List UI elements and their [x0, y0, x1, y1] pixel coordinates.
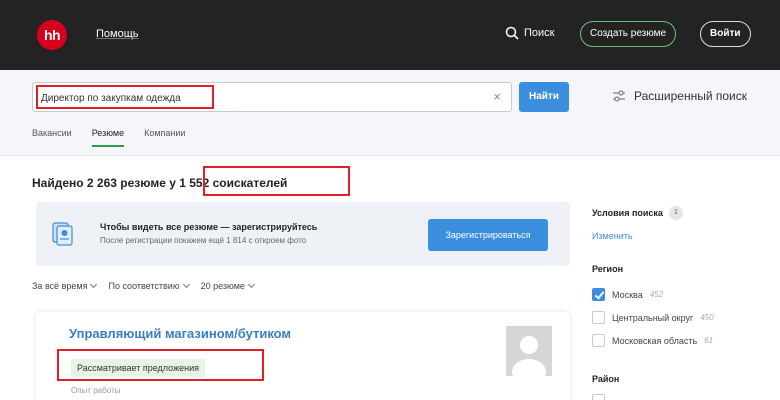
region-option-moscow[interactable]: Москва 452: [592, 288, 663, 301]
search-conditions-title: Условия поиска 1: [592, 206, 683, 220]
checkbox[interactable]: [592, 394, 605, 400]
tab-companies[interactable]: Компании: [144, 128, 185, 147]
district-heading: Район: [592, 374, 620, 384]
top-navigation-bar: hh Помощь Поиск Создать резюме Войти: [0, 0, 780, 70]
region-count: 452: [649, 290, 664, 299]
region-option-moscow-oblast[interactable]: Московская область 61: [592, 334, 713, 347]
find-button[interactable]: Найти: [519, 82, 569, 112]
region-count: 450: [700, 313, 714, 322]
resume-title-link[interactable]: Управляющий магазином/бутиком: [69, 326, 291, 341]
sort-filters: За всё время По соответствию 20 резюме: [32, 280, 255, 291]
checkbox[interactable]: [592, 288, 605, 301]
tab-resumes[interactable]: Резюме: [91, 128, 125, 147]
search-tabs: Вакансии Резюме Компании: [32, 128, 185, 147]
sliders-icon: [613, 90, 625, 102]
search-area: × Найти Расширенный поиск Вакансии Резюм…: [0, 70, 780, 156]
highlight-applicants-count: [203, 166, 350, 196]
region-option-central[interactable]: Центральный округ 450: [592, 311, 714, 324]
checkbox[interactable]: [592, 311, 605, 324]
avatar: [506, 326, 552, 376]
highlight-search-query: [36, 85, 214, 109]
clear-icon[interactable]: ×: [493, 89, 501, 104]
advanced-search-label: Расширенный поиск: [634, 89, 747, 103]
experience-label: Опыт работы: [71, 386, 121, 395]
filter-page-size[interactable]: 20 резюме: [200, 280, 255, 291]
region-label: Москва: [612, 289, 643, 300]
register-button[interactable]: Зарегистрироваться: [428, 219, 548, 251]
top-search-link[interactable]: Поиск: [505, 26, 554, 40]
filter-period-label: За всё время: [32, 281, 88, 291]
chevron-down-icon: [182, 280, 190, 289]
conditions-count-badge: 1: [668, 206, 683, 220]
search-conditions-label: Условия поиска: [592, 208, 663, 218]
advanced-search-link[interactable]: Расширенный поиск: [612, 89, 747, 103]
avatar-placeholder-icon: [512, 336, 546, 376]
filter-period[interactable]: За всё время: [32, 280, 98, 291]
results-count-prefix: Найдено 2 263 резюме у: [32, 176, 176, 190]
region-label: Центральный округ: [612, 312, 694, 323]
checkbox[interactable]: [592, 334, 605, 347]
filter-sort-label: По соответствию: [108, 281, 180, 291]
region-heading: Регион: [592, 264, 623, 274]
top-search-label: Поиск: [524, 27, 555, 39]
chevron-down-icon: [247, 280, 255, 289]
change-conditions-link[interactable]: Изменить: [592, 231, 633, 241]
register-banner: Чтобы видеть все резюме — зарегистрируйт…: [36, 202, 570, 266]
filter-page-size-label: 20 резюме: [200, 281, 245, 291]
filter-sort-order[interactable]: По соответствию: [108, 280, 190, 291]
tab-vacancies[interactable]: Вакансии: [32, 128, 72, 147]
region-count: 61: [704, 336, 714, 345]
hh-logo[interactable]: hh: [37, 20, 67, 50]
resume-stack-icon: [52, 222, 73, 246]
create-resume-button[interactable]: Создать резюме: [580, 21, 677, 47]
region-label: Московская область: [612, 335, 698, 346]
help-link[interactable]: Помощь: [96, 28, 139, 40]
chevron-down-icon: [90, 280, 98, 289]
banner-subtitle: После регистрации покажем ещё 1 814 с от…: [100, 236, 307, 245]
banner-title: Чтобы видеть все резюме — зарегистрируйт…: [100, 222, 318, 232]
search-icon: [505, 26, 519, 40]
highlight-status-badge: [57, 349, 264, 381]
login-button[interactable]: Войти: [700, 21, 751, 47]
